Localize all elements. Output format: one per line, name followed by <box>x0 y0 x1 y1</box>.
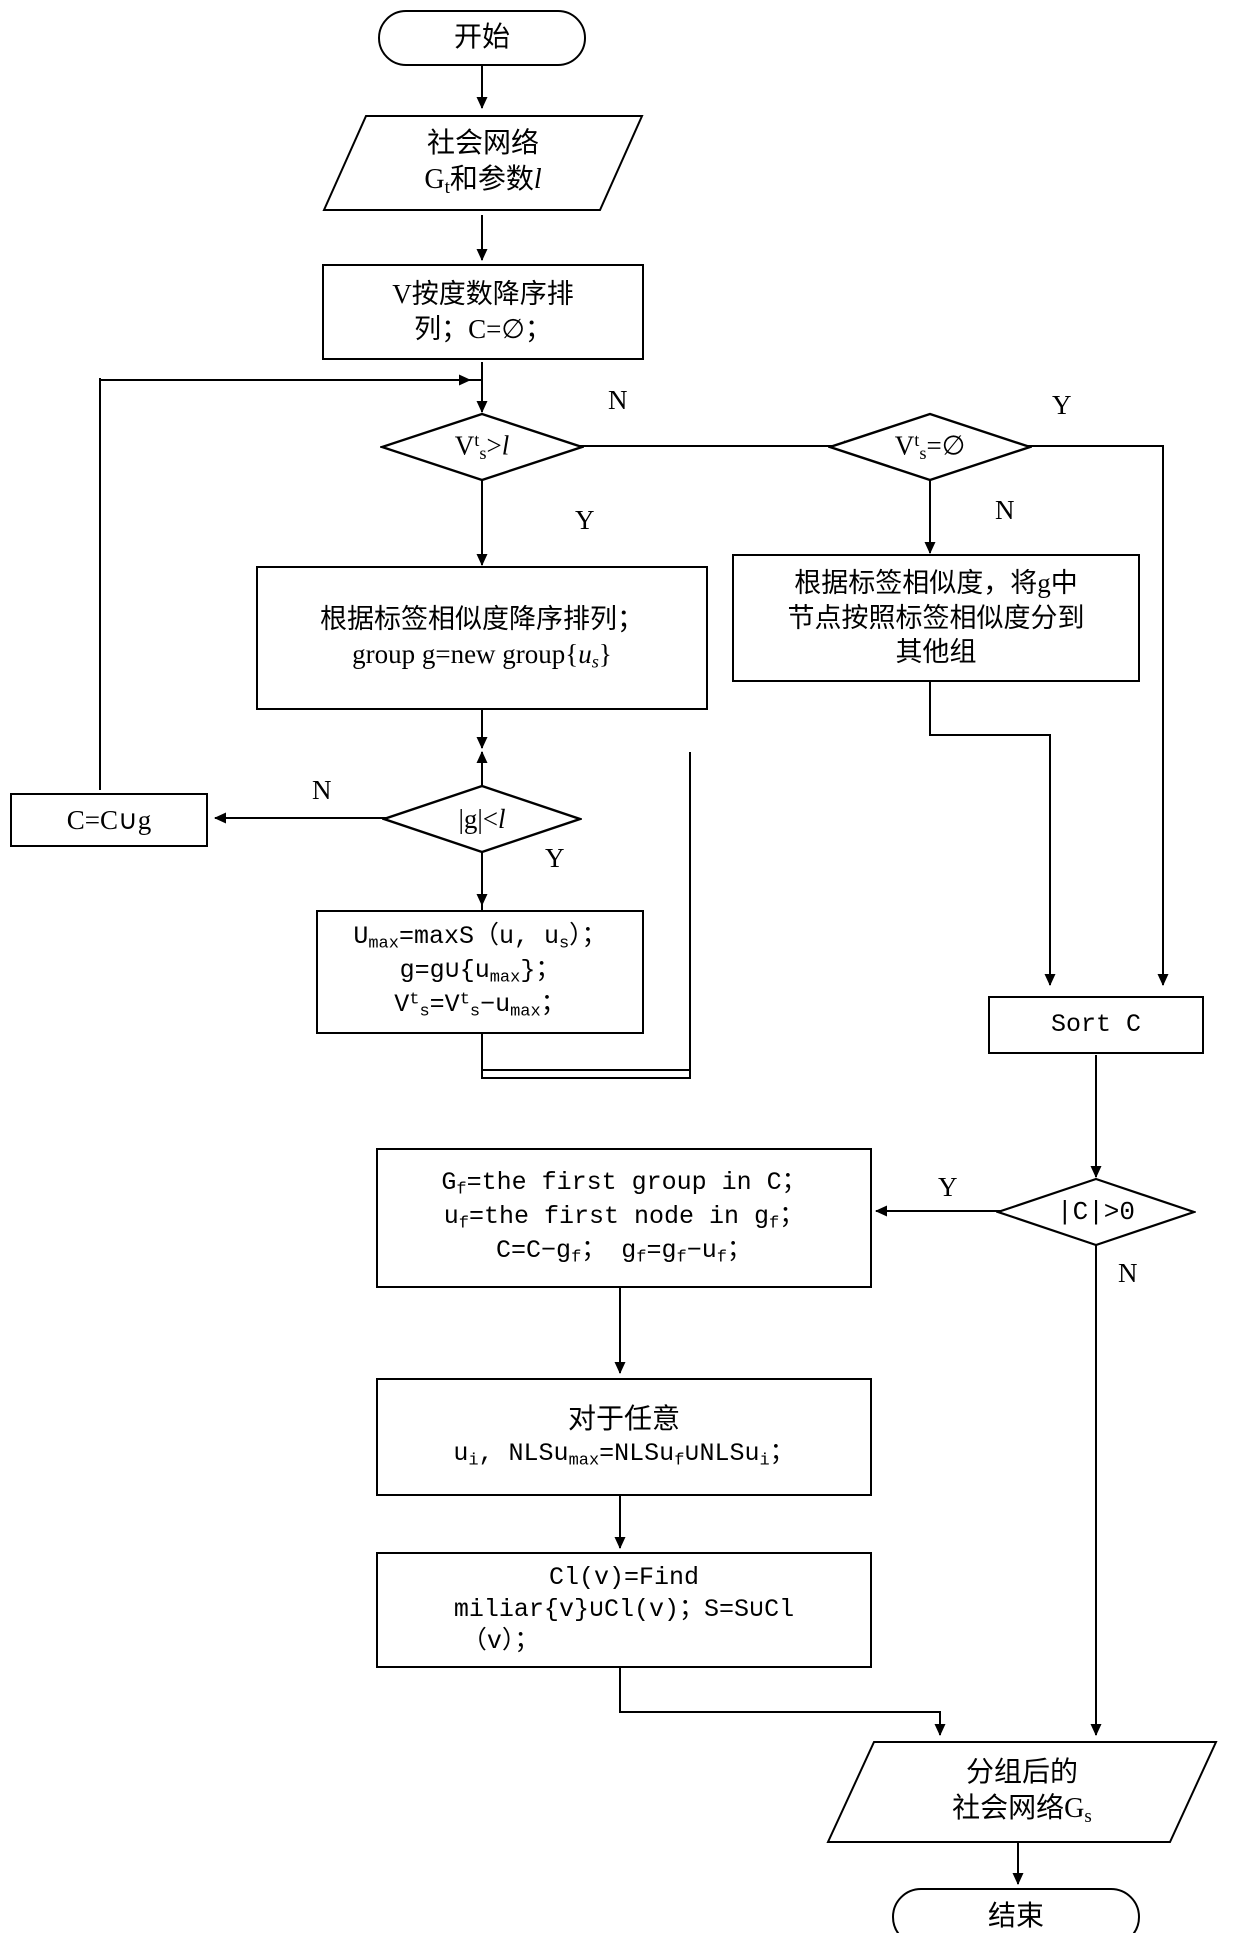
first-group-line1: Gf=the first group in C； <box>441 1168 807 1200</box>
edge-label-y-vt-gt-l: Y <box>575 505 595 535</box>
nlsu-line2: ui, NLSumax=NLSuf∪NLSui； <box>453 1438 795 1471</box>
node-start[interactable]: 开始 <box>378 10 586 66</box>
node-cl-block[interactable]: Cl(v)=Find miliar{v}∪Cl(v)；S=S∪Cl （v）； <box>376 1552 872 1668</box>
output-line1: 分组后的 <box>965 1756 1078 1788</box>
node-first-group[interactable]: Gf=the first group in C； uf=the first no… <box>376 1148 872 1288</box>
edge-label-y-vt-empty: Y <box>1052 390 1072 420</box>
node-output[interactable]: 分组后的 社会网络Gs <box>826 1740 1218 1844</box>
assign-line3: 其他组 <box>895 637 977 668</box>
input-line2: Gt和参数l <box>424 163 542 198</box>
sort-sim-line2: group g=new group{us} <box>352 638 612 672</box>
edge-label-n-g-lt-l: N <box>312 775 332 805</box>
output-text: 分组后的 社会网络Gs <box>826 1740 1218 1844</box>
end-label: 结束 <box>987 1901 1044 1933</box>
edge-label-n-vt-gt-l: N <box>608 385 628 415</box>
node-assign-other-group[interactable]: 根据标签相似度，将g中 节点按照标签相似度分到 其他组 <box>732 554 1140 682</box>
cl-line1: Cl(v)=Find <box>548 1563 700 1592</box>
edge-label-n-vt-empty: N <box>995 495 1015 525</box>
node-decision-vt-gt-l[interactable]: Vts>l <box>380 412 584 482</box>
node-sort-c[interactable]: Sort C <box>988 996 1204 1054</box>
sort-v-line1: V按度数降序排 <box>392 279 574 310</box>
node-end[interactable]: 结束 <box>892 1888 1140 1933</box>
cl-line2: miliar{v}∪Cl(v)；S=S∪Cl <box>453 1595 795 1624</box>
node-c-union-g[interactable]: C=C∪g <box>10 793 208 847</box>
c-union-g-label: C=C∪g <box>66 804 152 835</box>
node-sort-vertices[interactable]: V按度数降序排 列；C=∅； <box>322 264 644 360</box>
node-decision-c-gt-0[interactable]: |C|>0 <box>996 1177 1196 1247</box>
umax-line1: Umax=maxS（u, us）； <box>353 922 607 954</box>
umax-line2: g=g∪{umax}； <box>399 956 561 988</box>
node-input[interactable]: 社会网络 Gt和参数l <box>322 114 644 212</box>
first-group-line2: uf=the first node in gf； <box>443 1202 805 1234</box>
assign-line2: 节点按照标签相似度分到 <box>787 602 1085 633</box>
input-text: 社会网络 Gt和参数l <box>322 114 644 212</box>
edge-label-y-c-gt-0: Y <box>938 1172 958 1202</box>
decision-c-gt-0-text: |C|>0 <box>1056 1197 1135 1227</box>
node-decision-vt-empty[interactable]: Vts=∅ <box>828 412 1032 482</box>
sort-v-line2: 列；C=∅； <box>414 314 552 344</box>
assign-line1: 根据标签相似度，将g中 <box>794 568 1078 599</box>
start-label: 开始 <box>453 22 510 54</box>
nlsu-line1: 对于任意 <box>567 1404 680 1436</box>
sort-sim-line1: 根据标签相似度降序排列； <box>320 604 644 635</box>
first-group-line3: C=C−gf； gf=gf−uf； <box>496 1236 752 1268</box>
sort-c-label: Sort C <box>1050 1010 1141 1039</box>
node-umax-block[interactable]: Umax=maxS（u, us）； g=g∪{umax}； Vts=Vts−um… <box>316 910 644 1034</box>
decision-vt-gt-l-text: Vts>l <box>454 430 510 463</box>
node-sort-label-similarity[interactable]: 根据标签相似度降序排列； group g=new group{us} <box>256 566 708 710</box>
edge-label-y-g-lt-l: Y <box>545 843 565 873</box>
umax-line3: Vts=Vts−umax； <box>394 990 566 1022</box>
edge-label-n-c-gt-0: N <box>1118 1258 1138 1288</box>
output-line2: 社会网络Gs <box>952 1792 1092 1827</box>
input-line1: 社会网络 <box>426 127 539 159</box>
flowchart-canvas: 开始 社会网络 Gt和参数l V按度数降序排 列；C=∅； Vts>l N Y <box>0 0 1240 1933</box>
cl-line3: （v）； <box>461 1627 540 1656</box>
node-nlsu-block[interactable]: 对于任意 ui, NLSumax=NLSuf∪NLSui； <box>376 1378 872 1496</box>
decision-vt-empty-text: Vts=∅ <box>894 430 966 463</box>
